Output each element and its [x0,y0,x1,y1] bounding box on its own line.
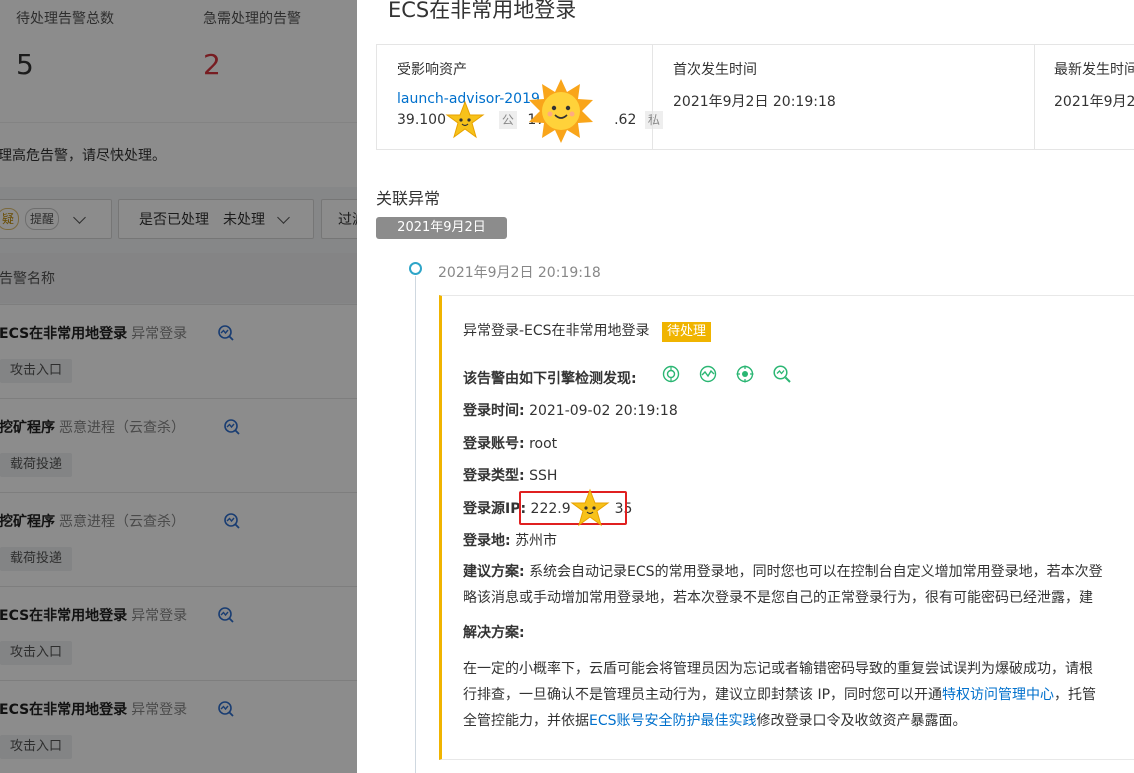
event-time: 2021年9月2日 20:19:18 [438,265,601,281]
field-label: 登录源IP: [463,501,527,517]
date-pill: 2021年9月2日 [376,217,507,239]
event-card: 异常登录-ECS在非常用地登录 待处理 该告警由如下引擎检测发现: 登录时间: … [439,295,1134,760]
affected-asset-cell: 受影响资产 launch-advisor-2019 39.100 公 17 .6… [377,45,663,149]
related-anomalies-title: 关联异常 [376,189,441,208]
solution-line-1: 在一定的小概率下，云盾可能会将管理员因为忘记或者输错密码导致的重复尝试误判为爆破… [463,661,1093,677]
drawer-overlay-mask[interactable] [0,0,357,773]
timeline-line [415,276,416,773]
public-ip-chip: 公 [498,111,517,129]
advice-label: 建议方案: [463,564,525,580]
field-label: 登录地: [463,533,511,549]
first-time-value: 2021年9月2日 20:19:18 [673,94,836,110]
engine-a-icon[interactable] [661,364,681,384]
timeline-dot [409,262,422,275]
login-account-value: root [529,436,558,452]
field-label: 登录时间: [463,403,525,419]
event-title: 异常登录-ECS在非常用地登录 [463,323,650,339]
solution-line-2-b: ，托管 [1054,687,1097,703]
engine-c-icon[interactable] [735,364,755,384]
star-sticker-icon [570,488,610,527]
alert-detail-drawer: ECS在非常用地登录 受影响资产 launch-advisor-2019 39.… [357,0,1134,773]
solution-label: 解决方案: [463,625,525,641]
sun-sticker-icon [529,79,593,143]
solution-line-3-b: 修改登录口令及收敛资产暴露面。 [756,713,967,729]
engines-label: 该告警由如下引擎检测发现: [463,371,637,387]
status-badge: 待处理 [662,322,712,342]
drawer-title: ECS在非常用地登录 [388,0,577,22]
login-type-value: SSH [529,468,558,484]
first-time-header: 首次发生时间 [673,62,757,78]
field-label: 登录类型: [463,468,525,484]
solution-line-2-a: 行排查，一旦确认不是管理员主动行为，建议立即封禁该 IP，同时您可以开通 [463,687,943,703]
summary-card: 受影响资产 launch-advisor-2019 39.100 公 17 .6… [376,44,1134,150]
solution-line-3-a: 全管控能力，并依据 [463,713,589,729]
affected-asset-header: 受影响资产 [397,62,467,78]
engine-b-icon[interactable] [698,364,718,384]
engine-d-icon[interactable] [772,364,792,384]
alert-list-panel: 待处理告警总数 5 急需处理的告警 2 理高危告警，请尽快处理。 疑 提醒 是否… [0,0,357,773]
pam-center-link[interactable]: 特权访问管理中心 [942,687,1054,703]
field-label: 登录账号: [463,436,525,452]
private-ip-suffix: .62 [614,112,637,128]
advice-line-1: 系统会自动记录ECS的常用登录地，同时您也可以在控制台自定义增加常用登录地，若本… [529,564,1103,580]
login-location-value: 苏州市 [515,533,558,549]
advice-line-2: 略该消息或手动增加常用登录地，若本次登录不是您自己的正常登录行为，很有可能密码已… [463,590,1093,606]
latest-time-header: 最新发生时间 [1054,62,1134,78]
best-practice-link[interactable]: ECS账号安全防护最佳实践 [589,713,757,729]
public-ip: 39.100 [397,112,446,128]
latest-time-value: 2021年9月2 [1054,94,1134,110]
star-sticker-icon [445,100,485,139]
first-time-cell: 首次发生时间 2021年9月2日 20:19:18 [653,45,1034,149]
latest-time-cell: 最新发生时间 2021年9月2 [1035,45,1134,149]
login-time-value: 2021-09-02 20:19:18 [529,403,678,419]
